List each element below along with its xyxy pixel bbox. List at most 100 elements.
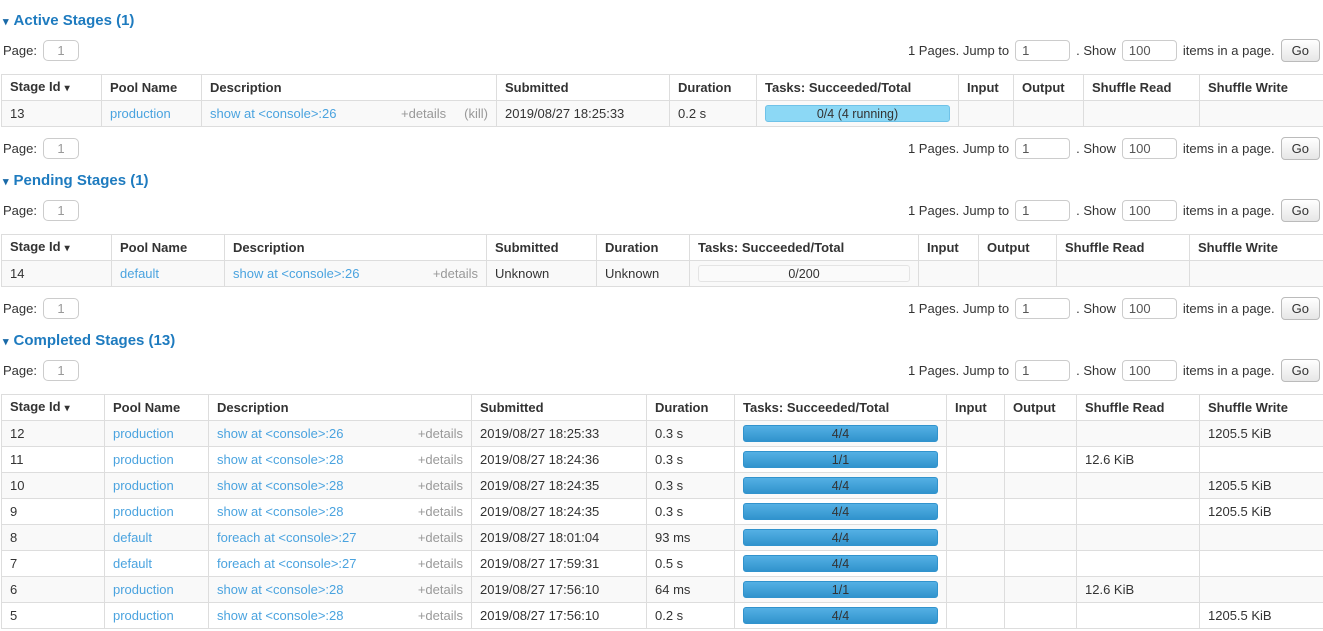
show-count-input[interactable] xyxy=(1122,40,1177,61)
go-button[interactable]: Go xyxy=(1281,359,1320,382)
col-header-shuffle-read[interactable]: Shuffle Read xyxy=(1084,75,1200,101)
description-link[interactable]: show at <console>:26 xyxy=(233,266,359,281)
page-number-input[interactable] xyxy=(43,360,79,381)
col-header-shuffle-write[interactable]: Shuffle Write xyxy=(1200,395,1323,421)
page-number-input[interactable] xyxy=(43,138,79,159)
col-header-stage-id[interactable]: Stage Id▾ xyxy=(2,395,105,421)
col-header-output[interactable]: Output xyxy=(1014,75,1084,101)
description-link[interactable]: foreach at <console>:27 xyxy=(217,530,357,545)
details-toggle[interactable]: +details xyxy=(418,556,463,571)
col-header-input[interactable]: Input xyxy=(959,75,1014,101)
shuffle-write-cell xyxy=(1200,447,1323,473)
col-header-input[interactable]: Input xyxy=(919,235,979,261)
description-link[interactable]: show at <console>:28 xyxy=(217,608,343,623)
col-header-tasks[interactable]: Tasks: Succeeded/Total xyxy=(735,395,947,421)
section-title-active-stages[interactable]: ▾Active Stages (1) xyxy=(3,12,1322,29)
section-title-completed-stages[interactable]: ▾Completed Stages (13) xyxy=(3,332,1322,349)
col-header-tasks[interactable]: Tasks: Succeeded/Total xyxy=(757,75,959,101)
stage-id-cell: 13 xyxy=(2,101,102,127)
details-toggle[interactable]: +details xyxy=(418,608,463,623)
col-header-description[interactable]: Description xyxy=(202,75,497,101)
col-header-shuffle-read[interactable]: Shuffle Read xyxy=(1057,235,1190,261)
show-count-input[interactable] xyxy=(1122,360,1177,381)
col-header-shuffle-read[interactable]: Shuffle Read xyxy=(1077,395,1200,421)
go-button[interactable]: Go xyxy=(1281,297,1320,320)
page-number-input[interactable] xyxy=(43,200,79,221)
col-header-input[interactable]: Input xyxy=(947,395,1005,421)
pool-name-link[interactable]: production xyxy=(113,478,174,493)
items-per-page-label: items in a page. xyxy=(1183,43,1275,58)
jump-to-input[interactable] xyxy=(1015,40,1070,61)
input-cell xyxy=(947,447,1005,473)
pool-name-link[interactable]: default xyxy=(113,556,152,571)
details-toggle[interactable]: +details xyxy=(418,478,463,493)
pool-name-link[interactable]: production xyxy=(110,106,171,121)
jump-to-input[interactable] xyxy=(1015,200,1070,221)
description-link[interactable]: show at <console>:28 xyxy=(217,504,343,519)
pool-name-link[interactable]: production xyxy=(113,582,174,597)
col-header-shuffle-write[interactable]: Shuffle Write xyxy=(1200,75,1323,101)
output-cell xyxy=(1005,499,1077,525)
page-number-input[interactable] xyxy=(43,40,79,61)
col-header-duration[interactable]: Duration xyxy=(670,75,757,101)
col-header-submitted[interactable]: Submitted xyxy=(497,75,670,101)
details-toggle[interactable]: +details xyxy=(418,426,463,441)
show-count-input[interactable] xyxy=(1122,200,1177,221)
shuffle-write-cell xyxy=(1200,577,1323,603)
pages-info-text: 1 Pages. Jump to xyxy=(908,141,1009,156)
details-toggle[interactable]: +details xyxy=(418,530,463,545)
col-header-submitted[interactable]: Submitted xyxy=(472,395,647,421)
pool-name-link[interactable]: production xyxy=(113,608,174,623)
sort-desc-icon: ▾ xyxy=(65,83,70,94)
shuffle-read-cell xyxy=(1077,603,1200,629)
tasks-progress-bar: 1/1 xyxy=(743,581,938,598)
col-header-pool-name[interactable]: Pool Name xyxy=(102,75,202,101)
page-number-input[interactable] xyxy=(43,298,79,319)
col-header-submitted[interactable]: Submitted xyxy=(487,235,597,261)
show-count-input[interactable] xyxy=(1122,138,1177,159)
tasks-progress-bar: 4/4 xyxy=(743,477,938,494)
go-button[interactable]: Go xyxy=(1281,199,1320,222)
description-link[interactable]: show at <console>:28 xyxy=(217,478,343,493)
jump-to-input[interactable] xyxy=(1015,138,1070,159)
stage-row: 7 default foreach at <console>:27+detail… xyxy=(2,551,1323,577)
col-header-pool-name[interactable]: Pool Name xyxy=(105,395,209,421)
pool-name-link[interactable]: production xyxy=(113,504,174,519)
go-button[interactable]: Go xyxy=(1281,137,1320,160)
pool-name-cell: production xyxy=(105,577,209,603)
col-header-tasks[interactable]: Tasks: Succeeded/Total xyxy=(690,235,919,261)
section-title-pending-stages[interactable]: ▾Pending Stages (1) xyxy=(3,172,1322,189)
pool-name-link[interactable]: production xyxy=(113,426,174,441)
description-link[interactable]: show at <console>:28 xyxy=(217,452,343,467)
description-link[interactable]: show at <console>:26 xyxy=(217,426,343,441)
col-header-output[interactable]: Output xyxy=(979,235,1057,261)
col-header-output[interactable]: Output xyxy=(1005,395,1077,421)
jump-to-input[interactable] xyxy=(1015,360,1070,381)
col-header-description[interactable]: Description xyxy=(209,395,472,421)
details-toggle[interactable]: +details xyxy=(418,504,463,519)
col-header-duration[interactable]: Duration xyxy=(597,235,690,261)
go-button[interactable]: Go xyxy=(1281,39,1320,62)
col-header-description[interactable]: Description xyxy=(225,235,487,261)
details-toggle[interactable]: +details xyxy=(418,582,463,597)
col-header-stage-id[interactable]: Stage Id▾ xyxy=(2,235,112,261)
details-toggle[interactable]: +details xyxy=(433,266,478,281)
col-header-duration[interactable]: Duration xyxy=(647,395,735,421)
pool-name-link[interactable]: production xyxy=(113,452,174,467)
col-header-pool-name[interactable]: Pool Name xyxy=(112,235,225,261)
details-toggle[interactable]: +details xyxy=(418,452,463,467)
col-header-stage-id[interactable]: Stage Id▾ xyxy=(2,75,102,101)
description-link[interactable]: show at <console>:28 xyxy=(217,582,343,597)
description-cell: show at <console>:28 +details xyxy=(209,473,472,499)
col-header-shuffle-write[interactable]: Shuffle Write xyxy=(1190,235,1323,261)
kill-link[interactable]: (kill) xyxy=(464,106,488,121)
pool-name-link[interactable]: default xyxy=(120,266,159,281)
duration-cell: Unknown xyxy=(597,261,690,287)
description-link[interactable]: show at <console>:26 xyxy=(210,106,336,121)
jump-to-input[interactable] xyxy=(1015,298,1070,319)
show-label: . Show xyxy=(1076,203,1116,218)
pool-name-link[interactable]: default xyxy=(113,530,152,545)
description-link[interactable]: foreach at <console>:27 xyxy=(217,556,357,571)
details-toggle[interactable]: +details xyxy=(401,106,446,121)
show-count-input[interactable] xyxy=(1122,298,1177,319)
